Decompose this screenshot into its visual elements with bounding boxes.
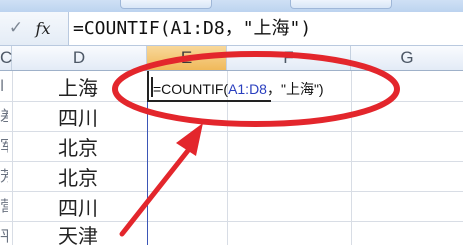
annotation-arrow-head (176, 123, 203, 156)
annotation-arrow-shaft (119, 145, 193, 237)
annotation-layer (112, 51, 400, 237)
highlight-ellipse (112, 51, 400, 127)
